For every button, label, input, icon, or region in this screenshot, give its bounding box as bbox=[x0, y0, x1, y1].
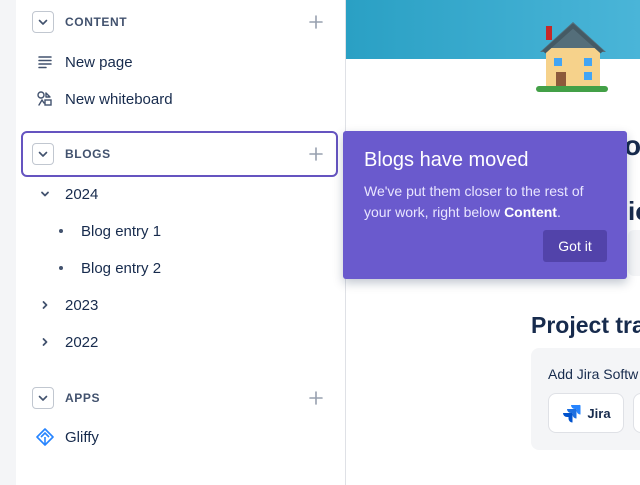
jira-button[interactable]: Jira bbox=[548, 393, 624, 433]
got-it-button[interactable]: Got it bbox=[543, 230, 607, 262]
house-emoji-icon bbox=[536, 18, 610, 101]
sidebar-item-new-page[interactable]: New page bbox=[35, 48, 133, 76]
spotlight-body: We've put them closer to the rest of you… bbox=[364, 181, 614, 223]
blogs-section-header[interactable]: BLOGS bbox=[21, 131, 338, 177]
sidebar-item-gliffy[interactable]: Gliffy bbox=[35, 423, 99, 451]
collapse-apps-button[interactable] bbox=[32, 387, 54, 409]
year-2023-label: 2023 bbox=[65, 296, 99, 314]
blog-entry-2[interactable]: Blog entry 2 bbox=[59, 255, 161, 281]
sidebar-gutter bbox=[0, 0, 16, 485]
collapse-content-button[interactable] bbox=[32, 11, 54, 33]
jira-logo-icon bbox=[563, 404, 581, 423]
chevron-down-icon bbox=[38, 395, 48, 401]
blog-entry-2-label: Blog entry 2 bbox=[81, 259, 162, 277]
chevron-right-icon[interactable] bbox=[35, 300, 55, 310]
bullet-icon bbox=[59, 266, 63, 270]
page-lines-icon bbox=[35, 52, 55, 72]
year-2024-label: 2024 bbox=[65, 185, 99, 203]
spotlight-title: Blogs have moved bbox=[364, 149, 529, 171]
sidebar: CONTENT New page New whiteboard BLOGS 20… bbox=[0, 0, 346, 485]
tree-item-2024[interactable]: 2024 bbox=[35, 181, 98, 207]
apps-section-title: APPS bbox=[65, 391, 101, 405]
chevron-down-icon bbox=[38, 151, 48, 157]
new-whiteboard-label: New whiteboard bbox=[65, 90, 173, 108]
blogs-section-title: BLOGS bbox=[65, 147, 111, 161]
jira-card-title: Add Jira Softw bbox=[548, 366, 639, 382]
chevron-down-icon[interactable] bbox=[35, 189, 55, 199]
add-blog-button[interactable] bbox=[306, 144, 326, 164]
plus-icon bbox=[309, 147, 323, 161]
add-app-button[interactable] bbox=[306, 388, 326, 408]
content-section-title: CONTENT bbox=[65, 15, 128, 29]
new-page-label: New page bbox=[65, 53, 133, 71]
whiteboard-shapes-icon bbox=[35, 89, 55, 109]
spotlight-body-suffix: . bbox=[556, 204, 561, 220]
spotlight-body-bold: Content bbox=[504, 204, 557, 220]
jira-button-label: Jira bbox=[587, 405, 611, 421]
sidebar-item-new-whiteboard[interactable]: New whiteboard bbox=[35, 85, 173, 113]
gliffy-icon bbox=[35, 427, 55, 447]
tree-item-2023[interactable]: 2023 bbox=[35, 292, 98, 318]
bullet-icon bbox=[59, 229, 63, 233]
content-section-header[interactable]: CONTENT bbox=[22, 0, 336, 44]
blog-entry-1[interactable]: Blog entry 1 bbox=[59, 218, 161, 244]
info-strip bbox=[628, 230, 640, 276]
plus-icon bbox=[309, 391, 323, 405]
apps-section-header[interactable]: APPS bbox=[22, 376, 336, 420]
tree-item-2022[interactable]: 2022 bbox=[35, 329, 98, 355]
chevron-right-icon[interactable] bbox=[35, 337, 55, 347]
gliffy-label: Gliffy bbox=[65, 428, 99, 446]
plus-icon bbox=[309, 15, 323, 29]
secondary-app-button[interactable] bbox=[633, 393, 640, 433]
collapse-blogs-button[interactable] bbox=[32, 143, 54, 165]
project-tracking-heading: Project tra bbox=[531, 312, 640, 338]
year-2022-label: 2022 bbox=[65, 333, 99, 351]
section-heading-fragment: io bbox=[628, 196, 640, 226]
blogs-moved-spotlight: Blogs have moved We've put them closer t… bbox=[343, 131, 627, 279]
blog-entry-1-label: Blog entry 1 bbox=[81, 222, 162, 240]
chevron-down-icon bbox=[38, 19, 48, 25]
add-content-button[interactable] bbox=[306, 12, 326, 32]
